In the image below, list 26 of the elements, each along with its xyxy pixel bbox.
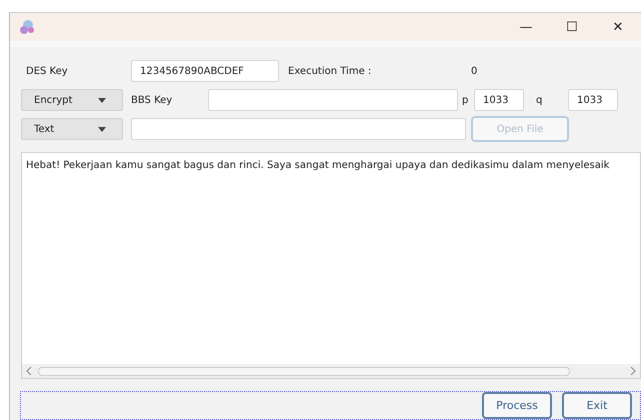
close-button[interactable]: ✕ — [595, 13, 641, 41]
file-path-field[interactable] — [131, 118, 466, 140]
scrollbar-thumb[interactable] — [38, 366, 570, 376]
field-label: q — [535, 94, 544, 106]
bbs-key-field[interactable] — [208, 89, 458, 111]
field-label: DES Key — [25, 66, 69, 76]
app-icon — [18, 19, 36, 35]
input-type-dropdown[interactable]: Text — [21, 118, 123, 140]
text-area[interactable]: Hebat! Pekerjaan kamu sangat bagus dan rinci. Saya sangat menghargai upaya dan dedikasimu dalam menyelesaik — [21, 152, 641, 379]
p-field[interactable]: 1033 — [474, 89, 524, 111]
execution-time-value: 0 — [471, 66, 478, 76]
scroll-right-icon[interactable] — [630, 367, 636, 375]
des-key-field[interactable]: 1234567890ABCDEF — [131, 60, 279, 82]
caret-icon — [98, 98, 106, 102]
field-label: BBS Key — [130, 94, 174, 106]
horizontal-scrollbar[interactable] — [22, 364, 640, 378]
scroll-left-icon[interactable] — [26, 367, 32, 375]
caret-icon — [98, 126, 106, 132]
minimize-button[interactable]: — — [503, 13, 549, 41]
exit-button[interactable]: Exit — [562, 392, 632, 419]
maximize-button[interactable]: ☐ — [549, 13, 595, 41]
field-label: p — [461, 94, 470, 106]
q-field[interactable]: 1033 — [568, 89, 618, 111]
mode-dropdown[interactable]: Encrypt — [21, 89, 123, 111]
field-label: Execution Time : — [287, 66, 372, 76]
process-button[interactable]: Process — [482, 392, 552, 419]
